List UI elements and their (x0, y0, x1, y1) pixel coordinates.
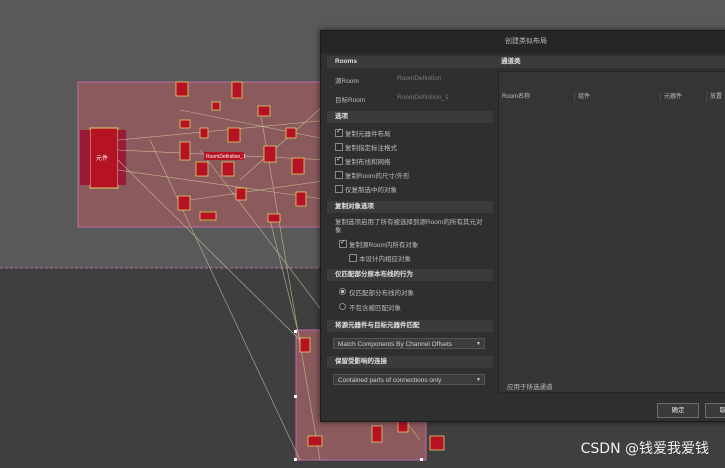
source-room-label: 源Room (335, 78, 359, 85)
match-section-header: 将源元器件与目标元器件匹配 (327, 320, 493, 332)
chevron-down-icon: ▼ (476, 341, 481, 347)
part-u12 (291, 157, 305, 175)
copy-components-checkbox[interactable] (335, 127, 343, 137)
column-room-name[interactable]: Room名称 (499, 92, 575, 102)
affected-connections-section-header: 保留受影响的连接 (327, 356, 493, 368)
apply-to-selected-label[interactable]: 应用于所选通道 (507, 381, 553, 391)
copy-designator-format-label: 复制指定标注格式 (345, 145, 397, 152)
part-u20 (371, 425, 383, 443)
rooms-section-header: Rooms (327, 56, 493, 68)
copied-objects-section-header: 复制对象选项 (327, 201, 493, 213)
partial-option-1-label: 仅匹配部分布线的对象 (349, 290, 414, 297)
partial-option-2-label: 不包含被匹配对象 (349, 305, 401, 312)
part-u13 (177, 195, 191, 211)
part-u22 (307, 435, 323, 447)
part-u7 (199, 127, 209, 139)
copy-routing-checkbox[interactable] (335, 155, 343, 165)
channels-section-header: 通道类 (493, 56, 725, 68)
design-objects-checkbox[interactable] (349, 254, 357, 262)
source-room-field[interactable]: RoomDefinition (397, 75, 441, 82)
part-u6 (227, 127, 241, 143)
affected-connections-value: Contained parts of connections only (338, 377, 442, 384)
copy-designator-format-checkbox[interactable] (335, 143, 343, 151)
match-components-value: Match Components By Channel Offsets (338, 341, 453, 348)
dialog-title[interactable]: 创建类似布局 (321, 31, 725, 53)
partial-option-1-radio[interactable] (339, 288, 346, 295)
copy-room-shape-label: 复制Room的尺寸/外形 (345, 173, 410, 180)
partial-option-2-radio[interactable] (339, 303, 346, 310)
copy-room-shape-checkbox[interactable] (335, 171, 343, 179)
part-u9 (263, 145, 277, 163)
copy-all-objects-label: 复制源Room内所有对象 (349, 242, 419, 249)
part-u8 (179, 141, 191, 161)
part-u5 (179, 119, 191, 129)
options-section-header: 选项 (327, 111, 493, 123)
target-room-field[interactable]: RoomDefinition_1 (397, 94, 449, 101)
ok-button[interactable]: 确定 (657, 403, 699, 418)
part-u19 (299, 337, 311, 353)
design-objects-label: 本设计内相应对象 (359, 256, 411, 263)
watermark: CSDN @钱爱我爱钱 (580, 441, 709, 457)
copy-components-label: 复制元器件布局 (345, 131, 391, 138)
copy-selected-only-checkbox[interactable] (335, 185, 343, 193)
part-u24 (429, 435, 445, 451)
copy-routing-label: 复制布线和网络 (345, 159, 391, 166)
part-u3 (211, 101, 221, 111)
affected-connections-dropdown[interactable]: Contained parts of connections only ▼ (333, 374, 485, 385)
part-u16 (267, 213, 281, 223)
part-u11 (221, 161, 235, 177)
copy-selected-only-label: 仅复制选中的对象 (345, 187, 397, 194)
match-components-dropdown[interactable]: Match Components By Channel Offsets ▼ (333, 338, 485, 349)
column-components[interactable]: 元器件 (661, 92, 707, 102)
part-u15 (199, 211, 217, 221)
partial-routing-section-header: 仅匹配部分原本布线的行为 (327, 269, 493, 281)
cancel-button[interactable]: 取消 (705, 403, 725, 418)
component-label: 元件 (96, 154, 108, 162)
part-u18 (285, 127, 297, 139)
part-u4 (257, 105, 271, 117)
create-similar-layout-dialog: 创建类似布局 Rooms 源Room RoomDefinition 目标Room… (320, 30, 725, 422)
chevron-down-icon: ▼ (476, 377, 481, 383)
part-u2 (231, 81, 243, 99)
part-u14 (235, 187, 247, 201)
column-group[interactable]: 组件 (575, 92, 661, 102)
channels-panel (498, 71, 725, 393)
target-room-label: 目标Room (335, 97, 366, 104)
room-name-label: RoomDefinition_1 (206, 154, 246, 160)
copy-all-objects-checkbox[interactable] (339, 238, 347, 248)
part-u1 (175, 81, 189, 97)
part-u10 (195, 161, 209, 177)
part-u17 (295, 191, 307, 207)
column-placement[interactable]: 放置 (707, 92, 725, 102)
copied-objects-description: 复制选项启用了所有被选择到源Room的所有其元对象 (335, 219, 483, 234)
